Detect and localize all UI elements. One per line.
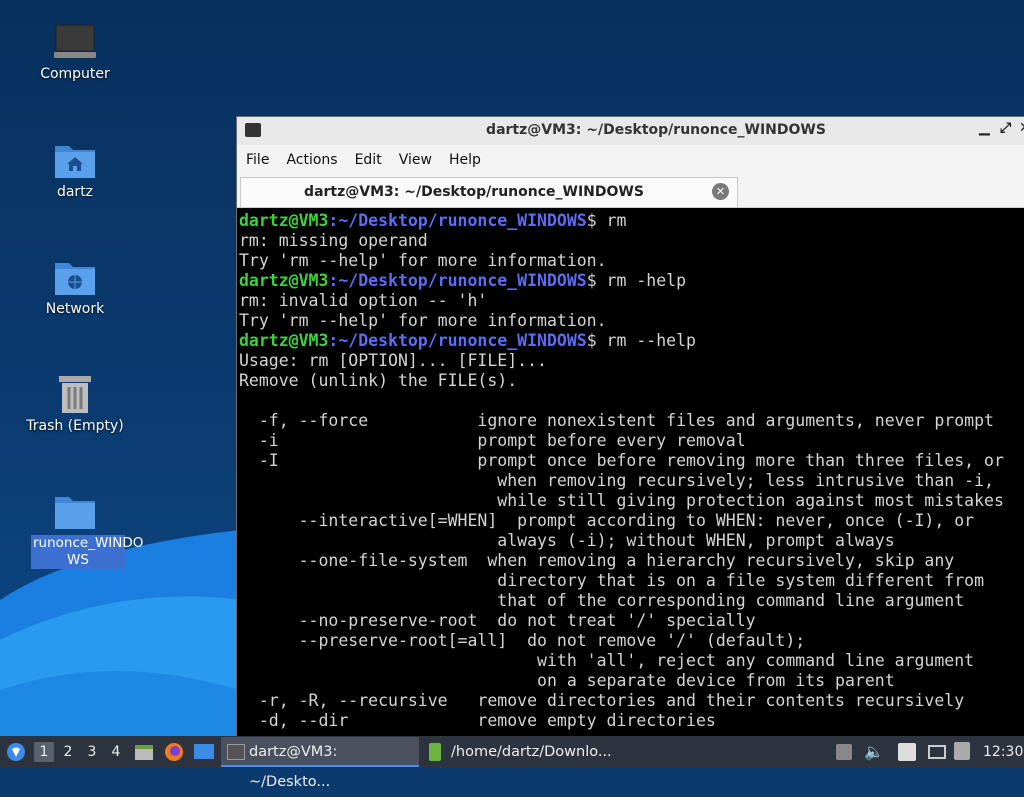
terminal-output-line: always (-i); without WHEN, prompt always: [239, 531, 895, 550]
tab-terminal[interactable]: dartz@VM3: ~/Desktop/runonce_WINDOWS ✕: [240, 177, 738, 207]
terminal-output-line: -r, -R, --recursive remove directories a…: [239, 691, 965, 710]
desktop-icon-runonce-windows[interactable]: runonce_WINDO WS: [15, 491, 144, 569]
terminal-output-line: Usage: rm [OPTION]... [FILE]...: [239, 351, 547, 370]
menu-bar: File Actions Edit View Help: [237, 145, 1024, 175]
prompt-user: dartz@VM3: [239, 271, 329, 290]
workspace-4[interactable]: 4: [106, 742, 126, 762]
clipboard-icon[interactable]: [898, 743, 916, 761]
terminal-output-line: --no-preserve-root do not treat '/' spec…: [239, 611, 756, 630]
desktop-icon-label: Network: [45, 301, 105, 317]
window-title: dartz@VM3: ~/Desktop/runonce_WINDOWS: [486, 122, 826, 138]
volume-icon[interactable]: 🔈: [864, 736, 884, 768]
menu-file[interactable]: File: [237, 145, 277, 168]
notes-icon[interactable]: [836, 744, 852, 760]
taskbar: 1 2 3 4 dartz@VM3: ~/Deskto... /home/dar…: [0, 736, 1024, 790]
terminal-output-line: -i prompt before every removal: [239, 431, 746, 450]
terminal-output-line: -f, --force ignore nonexistent files and…: [239, 411, 994, 430]
terminal-output-line: while still giving protection against mo…: [239, 491, 1004, 510]
start-menu-icon[interactable]: [6, 742, 26, 762]
computer-icon: [54, 24, 96, 58]
prompt-user: dartz@VM3: [239, 331, 329, 350]
terminal-output-line: Remove (unlink) the FILE(s).: [239, 371, 518, 390]
menu-help[interactable]: Help: [440, 145, 489, 168]
minimize-icon[interactable]: ▁: [979, 120, 990, 136]
prompt-user: dartz@VM3: [239, 211, 329, 230]
terminal-window[interactable]: dartz@VM3: ~/Desktop/runonce_WINDOWS ▁ ⤢…: [236, 116, 1024, 740]
desktop-icon-network[interactable]: Network: [15, 257, 135, 318]
task-label: /home/dartz/Downlo...: [451, 744, 612, 760]
workspace-1[interactable]: 1: [34, 742, 54, 762]
terminal-output-line: --interactive[=WHEN] prompt according to…: [239, 511, 975, 530]
terminal-output-line: rm: invalid option -- 'h': [239, 291, 488, 310]
task-label: dartz@VM3: ~/Deskto...: [249, 744, 338, 790]
terminal-output-line: with 'all', reject any command line argu…: [239, 651, 975, 670]
terminal-output-line: directory that is on a file system diffe…: [239, 571, 985, 590]
network-icon[interactable]: [928, 745, 946, 759]
desktop-icon-trash[interactable]: Trash (Empty): [15, 374, 135, 435]
prompt-path: :~/Desktop/runonce_WINDOWS: [328, 331, 587, 350]
prompt-path: :~/Desktop/runonce_WINDOWS: [328, 271, 587, 290]
show-desktop-icon[interactable]: [193, 743, 215, 761]
prompt-command: $ rm: [586, 211, 627, 230]
trash-icon: [59, 376, 91, 413]
tab-label: dartz@VM3: ~/Desktop/runonce_WINDOWS: [304, 184, 644, 200]
tab-close-icon[interactable]: ✕: [712, 183, 729, 200]
terminal-titlebar[interactable]: dartz@VM3: ~/Desktop/runonce_WINDOWS ▁ ⤢…: [237, 117, 1024, 145]
desktop-icon-label: Trash (Empty): [26, 418, 124, 434]
file-manager-icon[interactable]: [134, 742, 154, 762]
home-folder-icon: [55, 146, 95, 178]
desktop-icon-home[interactable]: dartz: [15, 140, 135, 201]
desktop-icon-label: Computer: [40, 66, 110, 82]
terminal-output-line: on a separate device from its parent: [239, 671, 895, 690]
prompt-path: :~/Desktop/runonce_WINDOWS: [328, 211, 587, 230]
terminal-output-line: that of the corresponding command line a…: [239, 591, 965, 610]
archive-icon: [429, 743, 441, 761]
updates-icon[interactable]: [954, 742, 970, 760]
desktop-icon-label: dartz: [56, 184, 94, 200]
prompt-command: $ rm -help: [586, 271, 687, 290]
desktop-icon-computer[interactable]: Computer: [15, 22, 135, 83]
terminal-output-line: Try 'rm --help' for more information.: [239, 311, 607, 330]
menu-view[interactable]: View: [390, 145, 440, 168]
menu-edit[interactable]: Edit: [346, 145, 390, 168]
desktop-icon-label: runonce_WINDO WS: [31, 535, 144, 569]
workspace-3[interactable]: 3: [82, 742, 102, 762]
task-file-manager[interactable]: /home/dartz/Downlo...: [423, 737, 623, 767]
terminal-output-line: --one-file-system when removing a hierar…: [239, 551, 955, 570]
prompt-command: $ rm --help: [586, 331, 696, 350]
terminal-icon: [227, 744, 245, 760]
folder-icon: [55, 497, 95, 529]
terminal-prompt-line: dartz@VM3:~/Desktop/runonce_WINDOWS$ rm …: [239, 331, 1024, 351]
clock[interactable]: 12:30: [983, 736, 1023, 768]
workspace-2[interactable]: 2: [58, 742, 78, 762]
firefox-icon[interactable]: [164, 742, 184, 762]
terminal-output[interactable]: dartz@VM3:~/Desktop/runonce_WINDOWS$ rm r…: [239, 209, 1024, 739]
terminal-output-line: Try 'rm --help' for more information.: [239, 251, 607, 270]
network-folder-icon: [55, 263, 95, 295]
terminal-prompt-line: dartz@VM3:~/Desktop/runonce_WINDOWS$ rm: [239, 211, 1024, 231]
tab-bar: dartz@VM3: ~/Desktop/runonce_WINDOWS ✕: [237, 175, 1024, 208]
terminal-output-line: --preserve-root[=all] do not remove '/' …: [239, 631, 806, 650]
terminal-prompt-line: dartz@VM3:~/Desktop/runonce_WINDOWS$ rm …: [239, 271, 1024, 291]
terminal-output-line: when removing recursively; less intrusiv…: [239, 471, 994, 490]
maximize-icon[interactable]: ⤢: [1000, 120, 1011, 136]
close-icon[interactable]: ✕: [1019, 120, 1024, 136]
terminal-output-line: -I prompt once before removing more than…: [239, 451, 1004, 470]
terminal-output-line: rm: missing operand: [239, 231, 428, 250]
task-terminal[interactable]: dartz@VM3: ~/Deskto...: [221, 737, 419, 790]
terminal-output-line: -d, --dir remove empty directories: [239, 711, 716, 730]
menu-actions[interactable]: Actions: [277, 145, 345, 168]
